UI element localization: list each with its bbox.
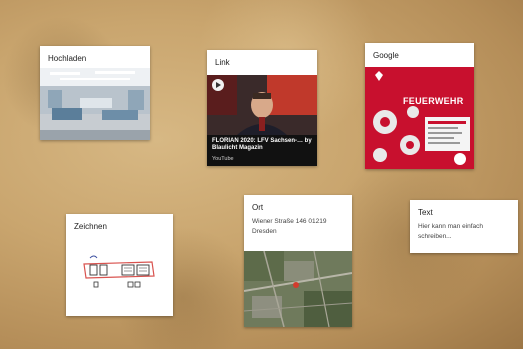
- video-caption: FLORIAN 2020: LFV Sachsen-… by Blaulicht…: [212, 138, 312, 151]
- play-icon[interactable]: [212, 79, 224, 91]
- google-card[interactable]: Google FEUERWEHR: [365, 43, 474, 169]
- location-address: Wiener Straße 146 01219 Dresden: [252, 218, 327, 235]
- text-card-title: Text: [418, 208, 433, 217]
- draw-card[interactable]: Zeichnen: [66, 214, 173, 316]
- link-card-title: Link: [215, 58, 230, 67]
- text-card-body: Hier kann man einfach schreiben...: [418, 223, 484, 240]
- location-card[interactable]: Ort Wiener Straße 146 01219 Dresden: [244, 195, 352, 327]
- satellite-map[interactable]: [244, 251, 352, 327]
- link-card[interactable]: Link FLORIAN 2020: LFV Sachsen-… by Blau…: [207, 50, 317, 166]
- location-card-title: Ort: [252, 203, 264, 212]
- video-thumbnail[interactable]: FLORIAN 2020: LFV Sachsen-… by Blaulicht…: [207, 75, 317, 166]
- draw-card-title: Zeichnen: [74, 222, 107, 231]
- speaker-photo: [207, 75, 317, 166]
- sketch-drawing: [83, 255, 155, 288]
- text-card[interactable]: Text Hier kann man einfach schreiben...: [410, 200, 518, 253]
- poster-headline: FEUERWEHR: [403, 96, 464, 106]
- feuerwehr-poster: FEUERWEHR: [365, 67, 474, 169]
- google-card-title: Google: [373, 51, 399, 60]
- upload-card-title: Hochladen: [48, 54, 87, 63]
- video-source: YouTube: [212, 156, 234, 162]
- office-photo: [40, 68, 150, 140]
- upload-card[interactable]: Hochladen: [40, 46, 150, 140]
